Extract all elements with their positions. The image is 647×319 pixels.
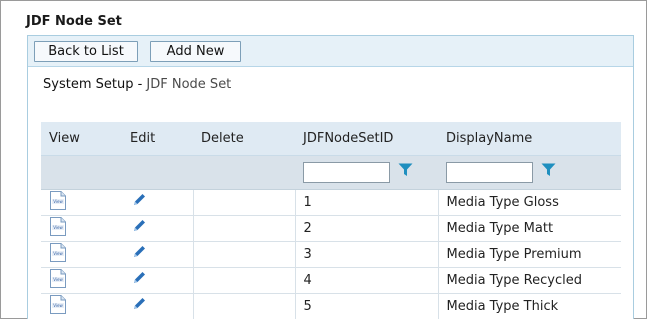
id-cell: 5 bbox=[294, 293, 438, 319]
column-header-edit: Edit bbox=[122, 122, 193, 156]
edit-pencil-icon[interactable] bbox=[132, 193, 146, 211]
view-document-icon[interactable]: View bbox=[49, 294, 67, 318]
column-header-view: View bbox=[41, 122, 122, 156]
edit-cell bbox=[122, 215, 193, 242]
displayname-cell: Media Type Thick bbox=[437, 293, 621, 319]
view-icon-label: View bbox=[53, 303, 63, 308]
filter-funnel-icon[interactable] bbox=[398, 163, 413, 181]
edit-pencil-icon[interactable] bbox=[132, 219, 146, 237]
view-cell: View bbox=[41, 267, 122, 294]
view-icon-label: View bbox=[53, 251, 63, 256]
delete-cell bbox=[192, 267, 295, 294]
view-cell: View bbox=[41, 189, 122, 216]
data-grid: View Edit Delete JDFNodeSetID DisplayNam… bbox=[41, 122, 621, 319]
view-icon-label: View bbox=[53, 199, 63, 204]
edit-cell bbox=[122, 293, 193, 319]
table-row: View 3 Media Type Premium bbox=[41, 241, 621, 268]
view-cell: View bbox=[41, 215, 122, 242]
column-header-displayname[interactable]: DisplayName bbox=[438, 122, 621, 156]
id-filter-input[interactable] bbox=[303, 161, 390, 183]
view-document-icon[interactable]: View bbox=[49, 242, 67, 266]
view-icon-label: View bbox=[53, 225, 63, 230]
page-title: JDF Node Set bbox=[26, 14, 122, 29]
view-cell: View bbox=[41, 241, 122, 268]
breadcrumb-separator: - bbox=[133, 77, 147, 92]
view-document-icon[interactable]: View bbox=[49, 268, 67, 292]
view-icon-label: View bbox=[53, 277, 63, 282]
add-new-button[interactable]: Add New bbox=[150, 41, 241, 62]
edit-pencil-icon[interactable] bbox=[132, 245, 146, 263]
column-header-id[interactable]: JDFNodeSetID bbox=[295, 122, 438, 156]
delete-cell bbox=[192, 293, 295, 319]
toolbar: Back to List Add New bbox=[28, 36, 633, 67]
column-header-delete: Delete bbox=[193, 122, 295, 156]
view-document-icon[interactable]: View bbox=[49, 216, 67, 240]
table-row: View 5 Media Type Thick bbox=[41, 293, 621, 319]
delete-cell bbox=[192, 215, 295, 242]
table-row: View 2 Media Type Matt bbox=[41, 215, 621, 242]
filter-cell bbox=[295, 155, 438, 190]
breadcrumb: System Setup - JDF Node Set bbox=[43, 77, 231, 92]
edit-pencil-icon[interactable] bbox=[132, 297, 146, 315]
delete-cell bbox=[192, 189, 295, 216]
table-row: View 4 Media Type Recycled bbox=[41, 267, 621, 294]
filter-cell bbox=[41, 155, 122, 190]
displayname-cell: Media Type Recycled bbox=[437, 267, 621, 294]
header-row: View Edit Delete JDFNodeSetID DisplayNam… bbox=[41, 122, 621, 156]
view-cell: View bbox=[41, 293, 122, 319]
id-cell: 2 bbox=[294, 215, 438, 242]
main-panel: Back to List Add New System Setup - JDF … bbox=[27, 35, 634, 319]
filter-funnel-icon[interactable] bbox=[541, 163, 556, 181]
filter-cell bbox=[122, 155, 193, 190]
table-row: View 1 Media Type Gloss bbox=[41, 189, 621, 216]
filter-cell bbox=[193, 155, 295, 190]
displayname-filter-input[interactable] bbox=[446, 161, 533, 183]
delete-cell bbox=[192, 241, 295, 268]
breadcrumb-current: JDF Node Set bbox=[146, 77, 232, 92]
id-cell: 3 bbox=[294, 241, 438, 268]
edit-cell bbox=[122, 189, 193, 216]
displayname-cell: Media Type Premium bbox=[437, 241, 621, 268]
displayname-cell: Media Type Gloss bbox=[437, 189, 621, 216]
breadcrumb-root[interactable]: System Setup bbox=[43, 77, 133, 92]
id-cell: 4 bbox=[294, 267, 438, 294]
filter-row bbox=[41, 155, 621, 190]
edit-cell bbox=[122, 267, 193, 294]
filter-cell bbox=[438, 155, 621, 190]
view-document-icon[interactable]: View bbox=[49, 190, 67, 214]
back-to-list-button[interactable]: Back to List bbox=[34, 41, 138, 62]
displayname-cell: Media Type Matt bbox=[437, 215, 621, 242]
edit-pencil-icon[interactable] bbox=[132, 271, 146, 289]
edit-cell bbox=[122, 241, 193, 268]
id-cell: 1 bbox=[294, 189, 438, 216]
